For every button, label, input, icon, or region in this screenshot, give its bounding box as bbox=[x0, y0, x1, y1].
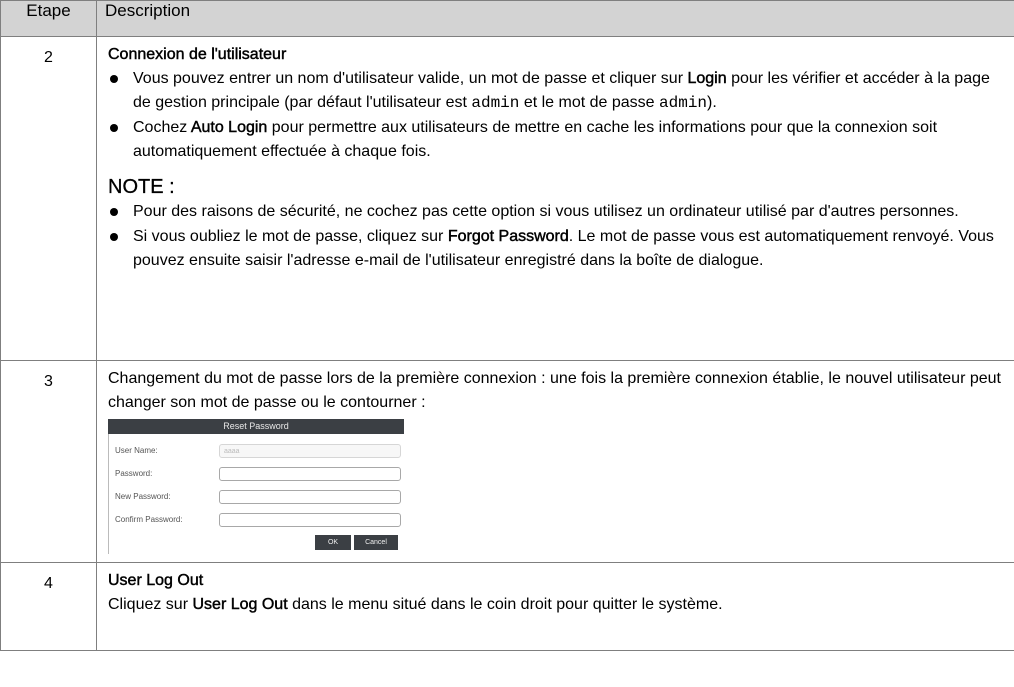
note-heading: NOTE : bbox=[108, 176, 175, 198]
dialog-body: User Name: aaaa Password: New Password: bbox=[108, 434, 404, 554]
text-run: et le mot de passe bbox=[519, 94, 660, 111]
new-password-field[interactable] bbox=[219, 489, 401, 504]
step-title: Connexion de l'utilisateur bbox=[108, 46, 287, 63]
user-name-field: aaaa bbox=[219, 443, 401, 458]
step-text: Cliquez sur User Log Out dans le menu si… bbox=[108, 593, 1006, 617]
column-header-description: Description bbox=[96, 0, 1014, 37]
text-run: Vous pouvez entrer un nom d'utilisateur … bbox=[133, 70, 688, 87]
text-run: Cliquez sur bbox=[108, 596, 193, 613]
list-item: Cochez Auto Login pour permettre aux uti… bbox=[108, 116, 1006, 164]
table-header-row: Etape Description bbox=[0, 0, 1014, 37]
step-description: Changement du mot de passe lors de la pr… bbox=[96, 360, 1014, 563]
reset-password-dialog: Reset Password User Name: aaaa Password:… bbox=[108, 419, 404, 554]
confirm-password-field[interactable] bbox=[219, 512, 401, 527]
dialog-buttons: OK Cancel bbox=[115, 531, 404, 550]
step-title: User Log Out bbox=[108, 572, 204, 589]
steps-table: Etape Description 2 Connexion de l'utili… bbox=[0, 0, 1014, 651]
cancel-button[interactable]: Cancel bbox=[354, 535, 398, 550]
code-term: admin bbox=[659, 94, 708, 112]
confirm-password-label: Confirm Password: bbox=[115, 514, 183, 524]
text-run: Cochez bbox=[133, 119, 191, 136]
list-item: Vous pouvez entrer un nom d'utilisateur … bbox=[108, 67, 1006, 115]
password-label: Password: bbox=[115, 468, 153, 478]
new-password-label: New Password: bbox=[115, 491, 171, 501]
user-log-out-term: User Log Out bbox=[192, 596, 288, 613]
dialog-title: Reset Password bbox=[108, 419, 404, 434]
forgot-password-term: Forgot Password bbox=[447, 228, 569, 245]
form-row: User Name: aaaa bbox=[115, 439, 404, 462]
table-row: 2 Connexion de l'utilisateur Vous pouvez… bbox=[0, 36, 1014, 361]
step-text: Changement du mot de passe lors de la pr… bbox=[108, 370, 1001, 411]
bullet-list: Vous pouvez entrer un nom d'utilisateur … bbox=[108, 67, 1006, 164]
login-term: Login bbox=[687, 70, 727, 87]
step-number: 4 bbox=[0, 562, 97, 651]
list-item: Pour des raisons de sécurité, ne cochez … bbox=[108, 200, 1006, 224]
text-run: Si vous oubliez le mot de passe, cliquez… bbox=[133, 228, 448, 245]
table-row: 3 Changement du mot de passe lors de la … bbox=[0, 360, 1014, 563]
table-row: 4 User Log Out Cliquez sur User Log Out … bbox=[0, 562, 1014, 651]
auto-login-term: Auto Login bbox=[190, 119, 268, 136]
password-field[interactable] bbox=[219, 466, 401, 481]
text-run: Pour des raisons de sécurité, ne cochez … bbox=[133, 203, 959, 220]
step-description: Connexion de l'utilisateur Vous pouvez e… bbox=[96, 36, 1014, 361]
text-run: ). bbox=[707, 94, 717, 111]
text-run: dans le menu situé dans le coin droit po… bbox=[287, 596, 723, 613]
column-header-step: Etape bbox=[0, 0, 97, 37]
form-row: New Password: bbox=[115, 485, 404, 508]
list-item: Si vous oubliez le mot de passe, cliquez… bbox=[108, 225, 1006, 273]
step-number: 3 bbox=[0, 360, 97, 563]
form-row: Password: bbox=[115, 462, 404, 485]
step-description: User Log Out Cliquez sur User Log Out da… bbox=[96, 562, 1014, 651]
user-name-label: User Name: bbox=[115, 445, 158, 455]
form-row: Confirm Password: bbox=[115, 508, 404, 531]
code-term: admin bbox=[471, 94, 520, 112]
note-bullet-list: Pour des raisons de sécurité, ne cochez … bbox=[108, 200, 1006, 273]
step-number: 2 bbox=[0, 36, 97, 361]
ok-button[interactable]: OK bbox=[315, 535, 351, 550]
